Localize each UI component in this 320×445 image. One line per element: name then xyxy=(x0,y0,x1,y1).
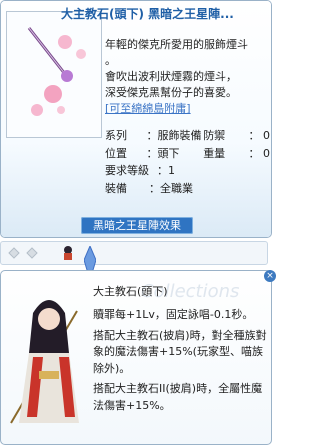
set-effect-button[interactable]: 黑暗之王星陣效果 xyxy=(81,217,193,234)
close-icon[interactable]: × xyxy=(264,270,276,282)
stat-key: 要求等級 xyxy=(105,164,149,177)
stat-value: ：頭下 xyxy=(146,146,180,160)
card-title: 大主教石(頭下) xyxy=(93,285,168,298)
empty-slot-icon xyxy=(8,247,20,259)
stat-value: ：1 xyxy=(157,164,175,177)
stat-row: 裝備 ：全職業 xyxy=(105,180,270,198)
stat-value: ：全職業 xyxy=(149,181,193,195)
card-effect-line: 贖罪每+1Lv，固定詠唱-0.1秒。 xyxy=(93,308,254,321)
card-effect-line: 搭配大主教石II(披肩)時，全屬性魔法傷害+15%。 xyxy=(93,382,263,412)
stat-row: 要求等級 ：1 xyxy=(105,162,270,180)
card-slot-character-icon[interactable] xyxy=(59,245,77,261)
stat-key: 系列 xyxy=(105,129,127,142)
stat-value: ：服飾裝備 xyxy=(146,129,202,142)
description-line: 。 xyxy=(105,54,116,67)
item-image-frame xyxy=(6,11,102,138)
card-info-window: Collections 大主教石(頭下) 贖罪每+1Lv，固定詠唱-0.1秒。 … xyxy=(0,270,272,445)
stat-value: ： 0 xyxy=(248,129,271,142)
card-character-illustration xyxy=(10,300,79,424)
description-line: 深受傑克黑幫份子的喜愛。 xyxy=(105,86,237,99)
item-title: 大主教石(頭下) 黑暗之王星陣... xyxy=(61,7,234,21)
card-effect-line: 搭配大主教石(披肩)時，對全種族對象的魔法傷害+15%(玩家型、喵族除外)。 xyxy=(93,328,267,375)
stat-row: 系列 ：服飾裝備 防禦 ： 0 xyxy=(105,127,270,145)
stat-row: 位置 ：頭下 重量 ： 0 xyxy=(105,145,270,163)
stat-value: ： 0 xyxy=(248,146,271,160)
empty-slot-icon xyxy=(26,247,38,259)
item-description: 年輕的傑克所愛用的服飾煙斗 。 會吹出波利狀煙霧的煙斗， 深受傑克黑幫份子的喜愛… xyxy=(105,37,270,117)
card-effects: 贖罪每+1Lv，固定詠唱-0.1秒。 搭配大主教石(披肩)時，對全種族對象的魔法… xyxy=(93,307,269,418)
item-info-window: 大主教石(頭下) 黑暗之王星陣... 年輕的傑克所愛用的服飾煙斗 。 會吹出波利… xyxy=(0,0,272,238)
description-line: 會吹出波利狀煙霧的煙斗， xyxy=(105,70,237,83)
stat-key: 位置 xyxy=(105,146,127,160)
item-stats: 系列 ：服飾裝備 防禦 ： 0 位置 ：頭下 重量 ： 0 要求等級 ：1 裝備… xyxy=(105,127,270,197)
stat-key: 防禦 xyxy=(203,129,226,142)
pipe-item-image xyxy=(27,27,86,116)
description-line: 年輕的傑克所愛用的服飾煙斗 xyxy=(105,38,248,51)
stat-key: 重量 xyxy=(203,146,226,160)
location-link[interactable]: [可至綿綿島附庸] xyxy=(105,101,270,117)
card-slot-strip xyxy=(0,241,268,265)
stat-key: 裝備 xyxy=(105,181,127,195)
